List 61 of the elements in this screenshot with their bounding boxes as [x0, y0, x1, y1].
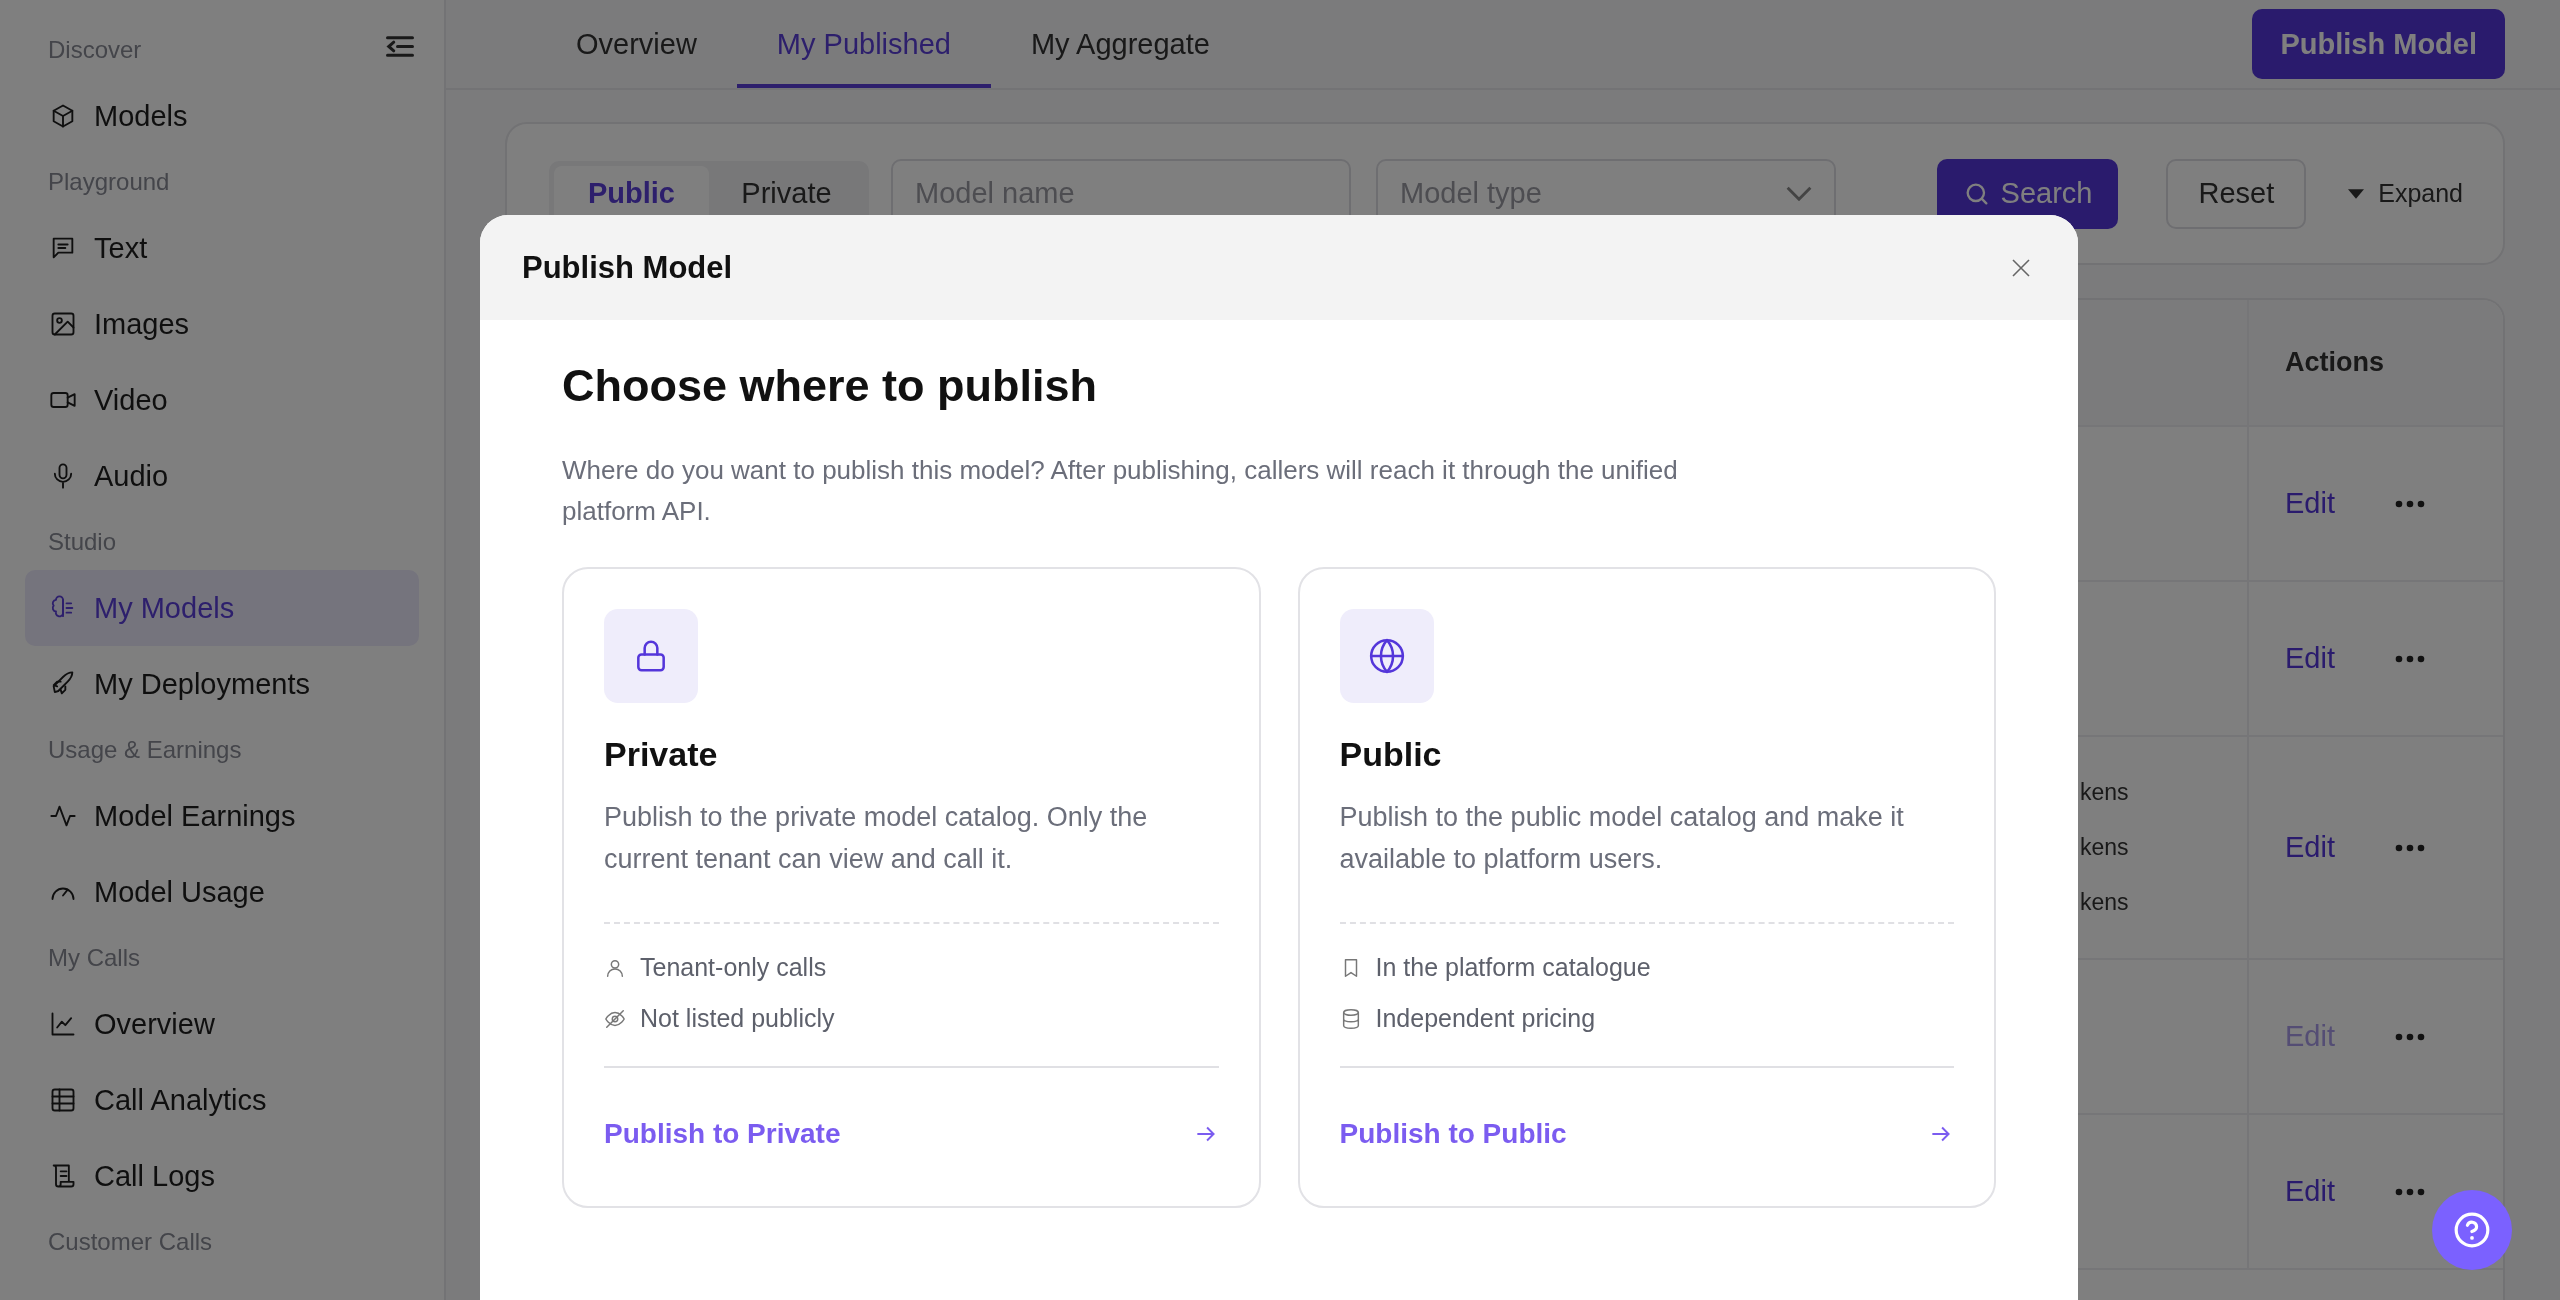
- sidebar-section-heading: My Calls: [47, 943, 140, 973]
- publish-option-card[interactable]: Public Publish to the public model catalog and make it available to platform users. In the platform catalogue Independent pricing Publish to Public: [1297, 567, 1996, 1208]
- sidebar-item[interactable]: Model Usage: [25, 854, 419, 930]
- reset-button[interactable]: Reset: [2166, 158, 2307, 229]
- edit-link[interactable]: Edit: [2285, 831, 2335, 864]
- menu-collapse-icon[interactable]: [385, 34, 415, 59]
- table-cell-text: kens: [2080, 778, 2130, 807]
- feature-text: Not listed publicly: [640, 1003, 835, 1034]
- globe-icon: [1367, 637, 1406, 675]
- edit-link[interactable]: Edit: [2285, 642, 2335, 675]
- dialog-description: Where do you want to publish this model? After publishing, callers will reach it through the unified platform API.: [562, 454, 1679, 528]
- expand-link[interactable]: Expand: [2348, 179, 2463, 208]
- more-options-icon[interactable]: [2395, 843, 2425, 852]
- sidebar-section-heading: Customer Calls: [47, 1227, 213, 1257]
- sidebar-item[interactable]: Audio: [25, 438, 419, 514]
- sidebar-section-heading: Discover: [47, 35, 142, 65]
- option-description: Publish to the public model catalog and make it available to platform users.: [1339, 801, 1905, 876]
- table-cell-text: kens: [2080, 888, 2130, 917]
- option-title: Public: [1339, 735, 1443, 774]
- sidebar-item[interactable]: Call Analytics: [25, 1062, 419, 1138]
- sidebar-item[interactable]: Images: [25, 286, 419, 362]
- column-header: Actions: [2285, 347, 2384, 378]
- more-options-icon[interactable]: [2395, 1187, 2425, 1196]
- option-title: Private: [604, 735, 719, 774]
- sidebar-item[interactable]: Models: [25, 78, 419, 154]
- tab[interactable]: My Aggregate: [990, 4, 1250, 88]
- line-chart-icon: [49, 1010, 77, 1038]
- dialog-heading: Choose where to publish: [562, 360, 1099, 412]
- caret-down-icon: [2348, 188, 2365, 199]
- feature-text: Tenant-only calls: [640, 952, 827, 983]
- more-options-icon[interactable]: [2395, 499, 2425, 508]
- sidebar-item[interactable]: My Models: [25, 570, 419, 646]
- publish-model-button[interactable]: Publish Model: [2252, 9, 2505, 79]
- eye-slash-icon: [604, 1007, 626, 1030]
- more-options-icon[interactable]: [2395, 1032, 2425, 1041]
- publish-link[interactable]: Publish to Public: [1339, 1118, 1954, 1150]
- feature-text: Independent pricing: [1375, 1003, 1596, 1034]
- image-icon: [49, 310, 77, 338]
- sidebar-item[interactable]: Overview: [25, 986, 419, 1062]
- table-icon: [49, 1086, 77, 1114]
- chevron-down-icon: [1786, 186, 1812, 201]
- sidebar-section-heading: Studio: [47, 527, 117, 557]
- sidebar-item[interactable]: Text: [25, 210, 419, 286]
- tab[interactable]: Overview: [536, 4, 737, 88]
- sidebar-item[interactable]: Call Logs: [25, 1138, 419, 1214]
- sidebar-section-heading: Usage & Earnings: [47, 735, 242, 765]
- publish-option-card[interactable]: Private Publish to the private model catalog. Only the current tenant can view and call it. Tenant-only calls Not listed publicly Publish to Private: [562, 567, 1261, 1208]
- help-icon: [2453, 1211, 2491, 1249]
- sidebar-section-heading: Playground: [47, 167, 170, 197]
- table-cell-text: kens: [2080, 833, 2130, 862]
- tab[interactable]: My Published: [736, 4, 991, 88]
- publish-link[interactable]: Publish to Private: [604, 1118, 1219, 1150]
- edit-link[interactable]: Edit: [2285, 487, 2335, 520]
- edit-link[interactable]: Edit: [2285, 1175, 2335, 1208]
- sidebar-item[interactable]: Video: [25, 362, 419, 438]
- sidebar-item[interactable]: Model Earnings: [25, 778, 419, 854]
- feature-text: In the platform catalogue: [1375, 952, 1651, 983]
- more-options-icon[interactable]: [2395, 654, 2425, 663]
- option-description: Publish to the private model catalog. Only the current tenant can view and call it.: [604, 801, 1149, 876]
- sidebar-item[interactable]: My Deployments: [25, 646, 419, 722]
- dialog-title: Publish Model: [522, 249, 733, 286]
